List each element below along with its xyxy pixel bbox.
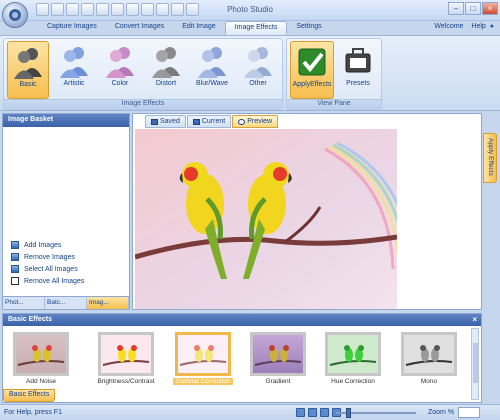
view-controls: [296, 408, 341, 417]
zoom-in-icon[interactable]: [320, 408, 329, 417]
apply-effects-button[interactable]: ApplyEffects: [290, 41, 334, 99]
image-basket-panel: Image Basket Add Images Remove Images Se…: [2, 113, 130, 310]
status-bar: For Help, press F1 Zoom %: [0, 404, 500, 420]
window-controls: – □ ×: [448, 2, 498, 15]
thumbnail: [98, 332, 154, 376]
add-images-icon: [11, 241, 19, 249]
thumbnail: [250, 332, 306, 376]
presets-button[interactable]: Presets: [336, 41, 380, 99]
remove-all-images-link[interactable]: Remove All Images: [11, 275, 84, 287]
tab-settings[interactable]: Settings: [287, 21, 330, 36]
zoom-slider[interactable]: [336, 408, 416, 418]
camera-lens-icon: [9, 9, 21, 21]
viewer-tabs: Saved Current Preview: [145, 115, 279, 128]
basic-effects-panel: Basic Effects × Add Noise Brightness/Con…: [2, 313, 482, 403]
effect-brightness-contrast[interactable]: Brightness/Contrast: [96, 332, 156, 385]
magnifier-icon: [238, 118, 246, 125]
zoom-out-icon[interactable]: [308, 408, 317, 417]
remove-all-icon: [11, 277, 19, 285]
effect-gradient[interactable]: Gradient: [248, 332, 308, 385]
briefcase-icon: [345, 48, 371, 73]
people-icon: [60, 47, 88, 78]
distort-button[interactable]: Distort: [145, 41, 187, 99]
tab-photos[interactable]: Phot...: [3, 297, 45, 309]
tab-edit-image[interactable]: Edit Image: [173, 21, 224, 36]
image-icon: [192, 118, 200, 125]
tab-basic-effects[interactable]: Basic Effects: [3, 389, 56, 402]
basket-actions: Add Images Remove Images Select All Imag…: [11, 239, 84, 287]
effect-gamma-correction[interactable]: Gamma Correction: [173, 332, 233, 385]
artistic-button[interactable]: Artistic: [53, 41, 95, 99]
basic-effects-title: Basic Effects ×: [3, 314, 481, 326]
thumbnail: [325, 332, 381, 376]
tab-batch[interactable]: Batc...: [45, 297, 87, 309]
minimize-button[interactable]: –: [448, 2, 464, 15]
zoom-input[interactable]: [458, 407, 480, 418]
image-effects-group-label: Image Effects: [4, 99, 282, 109]
remove-images-link[interactable]: Remove Images: [11, 251, 84, 263]
view-pane-group-label: View Pane: [287, 99, 381, 109]
scroll-thumb[interactable]: [473, 343, 478, 383]
people-icon: [244, 47, 272, 78]
help-link[interactable]: Help: [471, 23, 485, 30]
maximize-button[interactable]: □: [465, 2, 481, 15]
tab-convert-images[interactable]: Convert Images: [106, 21, 173, 36]
close-button[interactable]: ×: [482, 2, 498, 15]
people-icon: [198, 47, 226, 78]
tab-saved[interactable]: Saved: [145, 115, 186, 128]
effect-mono[interactable]: Mono: [399, 332, 459, 385]
status-text: For Help, press F1: [4, 409, 62, 416]
title-bar: Photo Studio – □ ×: [0, 0, 500, 28]
image-basket-title: Image Basket: [3, 114, 129, 127]
effect-add-noise[interactable]: Add Noise: [11, 332, 71, 385]
thumbnail: [175, 332, 231, 376]
add-images-link[interactable]: Add Images: [11, 239, 84, 251]
effects-scrollbar[interactable]: [471, 328, 479, 400]
ribbon: Basic Artistic Color Distort Blur/Wave O…: [0, 35, 500, 111]
basket-tabs: Phot... Batc... Imag...: [3, 296, 129, 309]
basic-button[interactable]: Basic: [7, 41, 49, 99]
help-bar: Welcome Help ●: [434, 23, 494, 30]
thumbnail: [401, 332, 457, 376]
tab-capture-images[interactable]: Capture Images: [38, 21, 106, 36]
preview-image: [135, 129, 397, 309]
image-effects-group: Basic Artistic Color Distort Blur/Wave O…: [3, 38, 283, 110]
effect-hue-correction[interactable]: Hue Correction: [323, 332, 383, 385]
fit-view-icon[interactable]: [296, 408, 305, 417]
select-all-icon: [11, 265, 19, 273]
people-icon: [152, 47, 180, 78]
view-pane-group: ApplyEffects Presets View Pane: [286, 38, 382, 110]
other-button[interactable]: Other: [237, 41, 279, 99]
apply-effects-side-tab[interactable]: Apply Effects: [483, 133, 497, 183]
tab-images[interactable]: Imag...: [87, 297, 129, 309]
help-icon[interactable]: ●: [490, 23, 494, 30]
zoom-label: Zoom %: [428, 409, 455, 416]
people-icon: [14, 48, 42, 79]
welcome-link[interactable]: Welcome: [434, 23, 463, 30]
people-icon: [106, 47, 134, 78]
remove-images-icon: [11, 253, 19, 261]
color-button[interactable]: Color: [99, 41, 141, 99]
tab-current[interactable]: Current: [186, 115, 232, 128]
checkmark-icon: [298, 48, 326, 76]
zoom-slider-thumb[interactable]: [346, 408, 351, 418]
close-icon[interactable]: ×: [472, 315, 477, 324]
image-viewer: Saved Current Preview: [132, 113, 482, 310]
app-menu-orb[interactable]: [2, 2, 28, 28]
select-all-images-link[interactable]: Select All Images: [11, 263, 84, 275]
thumbnail: [13, 332, 69, 376]
ribbon-tabs: Capture Images Convert Images Edit Image…: [30, 21, 331, 36]
blur-wave-button[interactable]: Blur/Wave: [191, 41, 233, 99]
tab-preview[interactable]: Preview: [232, 115, 279, 128]
window-title: Photo Studio: [227, 5, 273, 14]
save-icon: [151, 118, 158, 125]
tab-image-effects[interactable]: Image Effects: [224, 21, 288, 36]
